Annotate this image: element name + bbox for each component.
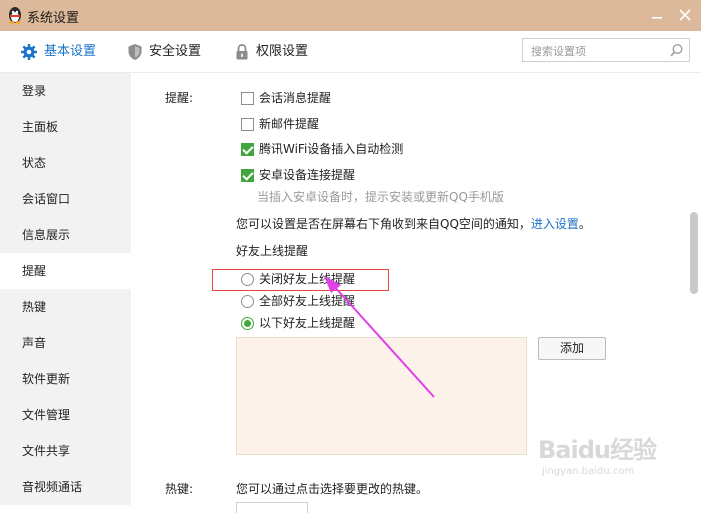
radio-label: 以下好友上线提醒 [259,316,356,330]
qzone-notice-text: 您可以设置是否在屏幕右下角收到来自QQ空间的通知， [236,217,531,231]
add-friend-button[interactable]: 添加 [538,337,606,360]
tab-basic-settings[interactable]: 基本设置 [20,43,96,61]
sidebar-item-sound[interactable]: 声音 [0,325,131,361]
sidebar-item-status[interactable]: 状态 [0,145,131,181]
shield-icon [128,44,142,60]
sidebar-item-av-call[interactable]: 音视频通话 [0,469,131,505]
tab-label: 权限设置 [256,44,309,59]
watermark-url: jingyan.baidu.com [542,466,635,477]
friend-list-box[interactable] [236,337,527,455]
gear-icon [21,44,37,60]
new-mail-reminder-checkbox[interactable] [241,118,254,131]
wifi-device-detect-checkbox[interactable] [241,143,254,156]
settings-tab-bar: 基本设置 安全设置 权限设置 [0,31,701,73]
android-hint-text: 当插入安卓设备时，提示安装或更新QQ手机版 [257,190,504,204]
watermark-brand: Baidu经验 [538,436,657,464]
hotkey-field[interactable] [236,502,308,513]
checkbox-label: 新邮件提醒 [259,117,320,131]
qzone-settings-link[interactable]: 进入设置 [531,217,579,231]
scrollbar-thumb[interactable] [690,212,698,294]
checkbox-label: 安卓设备连接提醒 [259,168,356,182]
sidebar-item-main-panel[interactable]: 主面板 [0,109,131,145]
qzone-notice-period: 。 [578,217,591,231]
sidebar-item-reminder[interactable]: 提醒 [0,253,131,289]
friend-online-title: 好友上线提醒 [236,244,309,258]
annotation-highlight-box [212,269,389,291]
sidebar-item-software-update[interactable]: 软件更新 [0,361,131,397]
sidebar-item-chat-window[interactable]: 会话窗口 [0,181,131,217]
radio-label: 全部好友上线提醒 [259,294,356,308]
sidebar-item-login[interactable]: 登录 [0,73,131,109]
search-input[interactable] [529,42,668,60]
tab-security-settings[interactable]: 安全设置 [127,43,201,61]
sidebar-item-hotkey[interactable]: 热键 [0,289,131,325]
settings-search-box [522,38,690,62]
android-connect-reminder-checkbox[interactable] [241,169,254,182]
title-bar: 系统设置 [0,0,701,31]
search-icon[interactable] [669,43,684,58]
window-title: 系统设置 [27,11,80,26]
tab-permission-settings[interactable]: 权限设置 [234,43,308,61]
sidebar-item-file-sharing[interactable]: 文件共享 [0,433,131,469]
checkbox-label: 会话消息提醒 [259,91,332,105]
tab-label: 安全设置 [149,44,202,59]
checkbox-label: 腾讯WiFi设备插入自动检测 [259,142,404,156]
tab-label: 基本设置 [44,44,97,59]
hotkey-section-label: 热键: [165,482,194,496]
all-friends-online-radio[interactable] [241,295,254,308]
qzone-notice: 您可以设置是否在屏幕右下角收到来自QQ空间的通知，进入设置。 [236,216,591,232]
selected-friends-online-radio[interactable] [241,317,254,330]
qq-penguin-icon [9,7,21,24]
lock-icon [236,44,248,60]
sidebar-item-info-display[interactable]: 信息展示 [0,217,131,253]
chat-message-reminder-checkbox[interactable] [241,92,254,105]
hotkey-description: 您可以通过点击选择要更改的热键。 [236,482,429,496]
settings-sidebar: 登录 主面板 状态 会话窗口 信息展示 提醒 热键 声音 软件更新 文件管理 文… [0,73,131,505]
close-icon[interactable] [676,6,694,24]
content-scrollbar[interactable] [688,73,701,505]
reminder-section-label: 提醒: [165,91,194,105]
sidebar-item-file-management[interactable]: 文件管理 [0,397,131,433]
minimize-icon[interactable] [648,6,666,24]
